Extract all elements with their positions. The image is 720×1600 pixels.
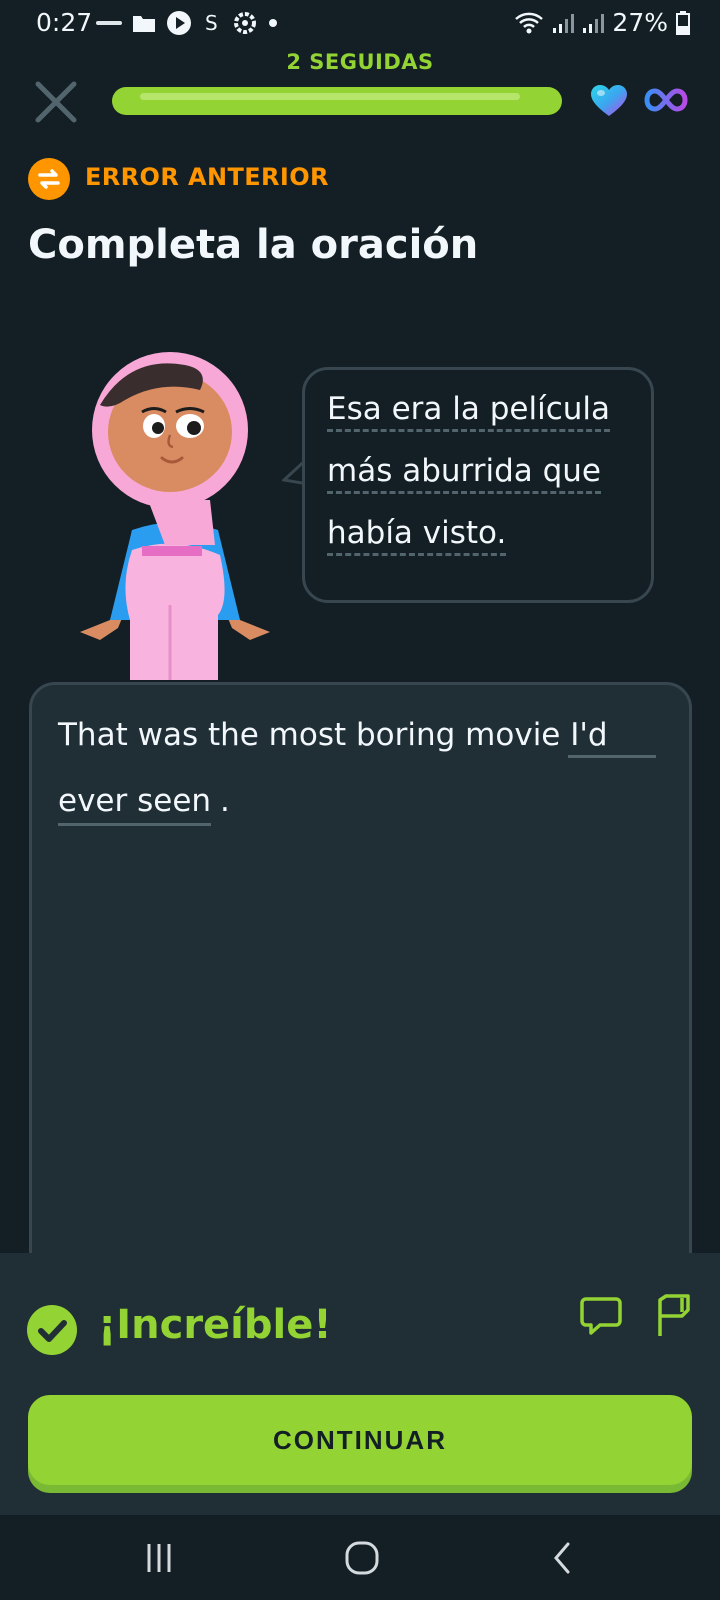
home-icon [345,1541,379,1575]
close-button[interactable] [34,80,78,124]
infinite-hearts-indicator [644,86,688,114]
progress-shine [140,93,520,100]
chat-icon [580,1297,622,1335]
repeat-icon [28,158,70,200]
infinity-icon [644,88,688,112]
prompt-line[interactable]: Esa era la película [327,378,610,440]
dot-icon [269,19,277,27]
character-illustration [80,352,270,680]
page-title: Completa la oración [28,222,479,268]
close-icon [35,81,77,123]
settings-icon [234,12,256,34]
prompt-speech-bubble: Esa era la película más aburrida que hab… [302,367,654,603]
answer-period: . [220,783,230,819]
battery-icon [676,10,690,35]
recent-apps-button[interactable] [136,1538,182,1578]
lesson-progress-bar [112,87,562,115]
status-left-icons: S [96,10,278,36]
folder-icon [133,16,155,32]
status-time: 0:27 [36,8,93,37]
streak-label: 2 SEGUIDAS [286,50,434,74]
feedback-message: ¡Increíble! [98,1302,332,1348]
answer-line-1: That was the most boring movie I'd [58,717,608,753]
heart-icon [591,85,627,116]
answer-area: That was the most boring movie I'd ever … [29,682,692,1322]
status-bar: 0:27 S 27% [0,0,720,46]
wifi-icon [515,12,544,33]
report-button[interactable] [652,1294,692,1338]
recent-apps-icon [147,1544,171,1572]
check-icon [27,1305,77,1355]
answer-filled-word[interactable]: ever seen [58,783,212,826]
play-icon [167,11,191,35]
coursera-icon [96,21,122,25]
signal-icon [583,13,605,33]
status-right-icons: 27% [514,8,690,37]
prompt-line[interactable]: más aburrida que [327,440,602,502]
continue-label: CONTINUAR [273,1425,447,1455]
flag-icon [658,1294,690,1336]
svg-text:S: S [205,11,218,35]
hearts-button[interactable] [590,84,628,118]
continue-button[interactable]: CONTINUAR [28,1395,692,1485]
battery-percent: 27% [612,8,668,37]
previous-error-label: ERROR ANTERIOR [85,163,329,191]
back-icon [554,1542,570,1574]
prompt-line[interactable]: había visto. [327,502,507,564]
blank-underline [568,755,656,758]
signal-icon [553,13,575,33]
home-button[interactable] [339,1538,385,1578]
s-icon: S [205,11,218,35]
back-button[interactable] [540,1538,586,1578]
discuss-button[interactable] [580,1296,622,1336]
